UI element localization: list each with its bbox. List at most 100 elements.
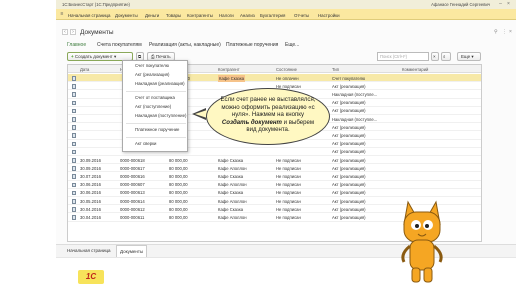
menu-item-documents[interactable]: Документы [115, 13, 138, 18]
cell-type: Акт (реализация) [332, 157, 366, 163]
print-label: Печать [155, 54, 171, 59]
form-tabs: Главное Счета покупателям Реализация (ак… [56, 40, 516, 50]
menu-item-accounting[interactable]: Бухгалтерия [260, 13, 285, 18]
document-icon [72, 84, 76, 89]
column-header-comment[interactable]: Комментарий [402, 67, 428, 72]
table-row[interactable]: 30.07.2016 0000-000616 80 000,00 Кафе Сказк… [68, 172, 481, 181]
document-icon [72, 158, 76, 163]
cat-mascot-icon [401, 200, 443, 283]
column-header-type[interactable]: Тип [332, 67, 339, 72]
column-header-date[interactable]: Дата [80, 67, 89, 72]
cell-type: Акт (реализация) [332, 124, 366, 130]
cell-type: Акт (реализация) [332, 173, 366, 179]
cell-type: Счет покупателю [332, 75, 366, 81]
cell-state: Не оплачен [276, 75, 299, 81]
tab-more[interactable]: Еще... [285, 42, 299, 48]
link-icon[interactable]: ⚲ [494, 29, 498, 35]
printer-icon: ⎙ [151, 54, 155, 59]
tab-invoices[interactable]: Счета покупателям [97, 42, 142, 48]
user-name[interactable]: Афанасе Геннадий Сергеевич [431, 2, 490, 7]
window-tab-documents[interactable]: Документы [116, 245, 148, 257]
cell-type: Акт (реализация) [332, 190, 366, 196]
cell-org: Кафе Сказка [218, 74, 246, 82]
1c-logo: 1С [78, 270, 104, 284]
cell-sum: 80 000,00 [169, 206, 188, 212]
close-icon[interactable]: × [506, 1, 511, 7]
column-header-contractor[interactable]: Контрагент [218, 67, 240, 72]
tab-sales[interactable]: Реализация (акты, накладные) [149, 42, 221, 48]
cell-date: 30.06.2016 [80, 190, 101, 196]
dropdown-item-waybill-receipt[interactable]: Накладная (поступление) [135, 113, 186, 118]
dropdown-item-waybill-sale[interactable]: Накладная (реализация) [135, 81, 185, 86]
bubble-line: можно оформить реализацию «с [221, 103, 315, 111]
plus-icon: + [71, 54, 74, 59]
cell-number: 0000-000611 [120, 214, 145, 220]
dropdown-item-invoice[interactable]: Счет покупателю [135, 63, 169, 68]
dropdown-item-payment-order[interactable]: Платежное поручение [135, 127, 179, 132]
menu-item-settings[interactable]: Настройки [318, 13, 340, 18]
cell-org: Кафе Сказка [218, 157, 244, 163]
search-icon[interactable]: ⌕ [441, 52, 451, 61]
menu-item-contractors[interactable]: Контрагенты [187, 13, 213, 18]
dropdown-item-act-sale[interactable]: Акт (реализация) [135, 72, 169, 77]
menu-item-reports[interactable]: Отчеты [294, 13, 309, 18]
cell-date: 30.04.2016 [80, 206, 101, 212]
bubble-bold-text: Создать документ [221, 118, 282, 126]
menu-item-home[interactable]: Начальная страница [68, 13, 110, 18]
search-clear-icon[interactable]: × [431, 52, 439, 61]
cell-date: 30.06.2016 [80, 182, 101, 188]
tab-payment-orders[interactable]: Платежные поручения [226, 42, 278, 48]
close-form-icon[interactable]: × [509, 29, 512, 35]
section-menu: ≡ Начальная страница Документы Деньги То… [56, 9, 516, 20]
document-icon [72, 149, 76, 155]
cell-sum: 80 000,00 [169, 182, 188, 188]
cell-date: 30.09.2016 [80, 157, 101, 163]
more-button[interactable]: Еще ▾ [457, 52, 481, 61]
dropdown-item-supplier-invoice[interactable]: Счет от поставщика [135, 95, 175, 100]
cell-state: Не подписан [276, 173, 301, 179]
document-icon [72, 182, 76, 188]
document-icon [72, 125, 76, 130]
cell-type: Акт (реализация) [332, 206, 366, 212]
window-title: 1С:БизнесСтарт (1С:Предприятие) [62, 2, 130, 7]
menu-item-money[interactable]: Деньги [145, 13, 159, 18]
menu-icon[interactable]: ≡ [59, 11, 65, 17]
more-actions-icon[interactable]: ⋮ [502, 29, 507, 35]
document-icon [72, 76, 76, 81]
document-icon [72, 100, 76, 106]
cell-state: Не подписан [276, 165, 301, 171]
document-icon [72, 117, 76, 122]
create-document-label: Создать документ [74, 54, 113, 59]
cell-sum: 80 000,00 [169, 165, 188, 171]
open-windows-bar: Начальная страница Документы [56, 244, 516, 257]
cell-type: Акт (реализация) [332, 182, 366, 188]
dropdown-item-reconciliation[interactable]: Акт сверки [135, 141, 156, 146]
menu-item-analysis[interactable]: Анализ [240, 13, 255, 18]
cell-org: Кафе Аполлон [218, 198, 247, 204]
window-tab-home[interactable]: Начальная страница [67, 248, 111, 253]
column-header-state[interactable]: Состояние [276, 67, 297, 72]
speech-bubble: Если счет ранее не выставлялся, можно оф… [206, 88, 330, 145]
table-row[interactable]: 30.09.2016 0000-000618 80 000,00 Кафе Сказк… [68, 156, 481, 165]
minimize-icon[interactable]: – [498, 1, 503, 7]
menu-item-goods[interactable]: Товары [166, 13, 181, 18]
more-label: Еще [461, 54, 471, 59]
tab-main[interactable]: Главное [67, 42, 86, 48]
bubble-line: Создать документ и выберем [207, 119, 329, 127]
search-input[interactable]: Поиск (Ctrl+F) [377, 52, 429, 61]
dropdown-divider [126, 123, 186, 124]
cell-type: Акт (реализация) [332, 149, 366, 155]
table-row[interactable]: 30.09.2016 0000-000617 80 000,00 Кафе Аполл… [68, 164, 481, 173]
document-icon [72, 215, 76, 220]
document-icon [72, 166, 76, 171]
forward-icon[interactable]: › [70, 29, 76, 35]
page-header: ‹ › Документы ⚲ ⋮ × [56, 22, 516, 40]
document-icon [72, 108, 76, 114]
cell-date: 30.07.2016 [80, 173, 101, 179]
dropdown-divider [126, 137, 186, 138]
cell-number: 0000-000614 [120, 198, 145, 204]
table-row[interactable]: 30.06.2016 0000-000607 80 000,00 Кафе Аполл… [68, 181, 481, 189]
menu-item-taxes[interactable]: Налоги [219, 13, 234, 18]
dropdown-item-act-receipt[interactable]: Акт (поступление) [135, 104, 171, 109]
back-icon[interactable]: ‹ [62, 29, 68, 35]
